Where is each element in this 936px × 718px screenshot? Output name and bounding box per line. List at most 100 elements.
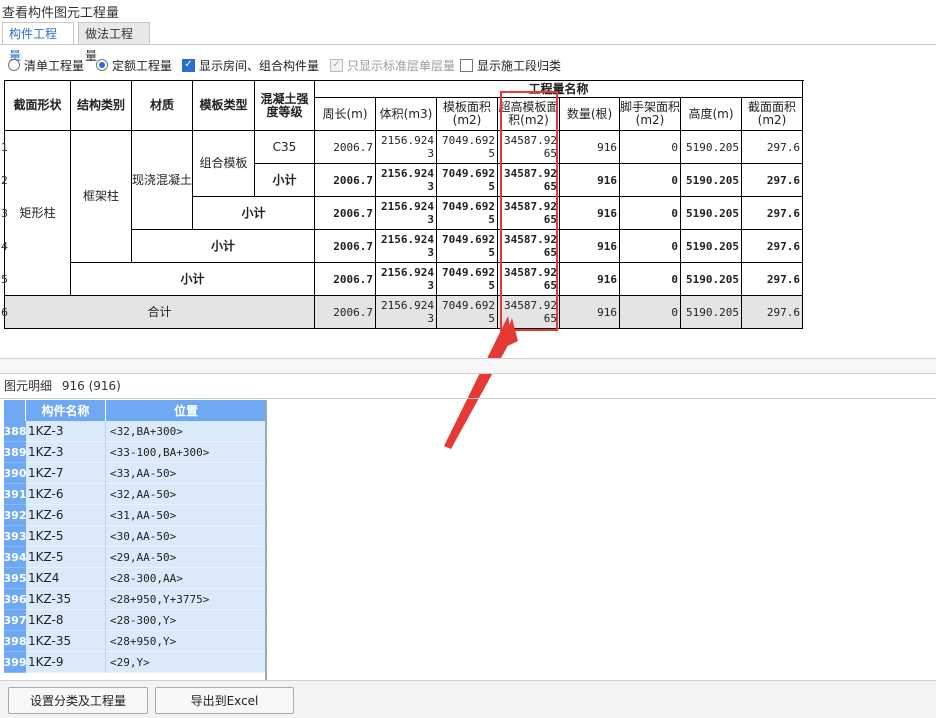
col-header-struct[interactable]: 结构类别 [71, 81, 132, 131]
detail-row[interactable]: 392 1KZ-6 <31,AA-50> [4, 505, 266, 526]
col-header-scaffold[interactable]: 脚手架面积(m2) [620, 98, 681, 131]
cell-scaffold: 0 [620, 164, 681, 197]
cell-form-area: 7049.6925 [437, 131, 498, 164]
row-number: 6 [1, 306, 8, 319]
detail-row[interactable]: 390 1KZ-7 <33,AA-50> [4, 463, 266, 484]
checkbox-show-room[interactable]: ✓ 显示房间、组合构件量 [182, 56, 319, 74]
col-header-over-form[interactable]: 超高模板面积(m2) [498, 98, 560, 131]
detail-row[interactable]: 395 1KZ4 <28-300,AA> [4, 568, 266, 589]
detail-row[interactable]: 388 1KZ-3 <32,BA+300> [4, 421, 266, 442]
cell-subtotal-material: 小计 [132, 230, 315, 263]
cell-subtotal-struct: 小计 [71, 263, 315, 296]
cell-volume: 2156.9243 [376, 197, 437, 230]
cell-perimeter: 2006.7 [315, 197, 376, 230]
export-excel-button[interactable]: 导出到Excel [155, 687, 294, 714]
detail-title: 图元明细 [4, 379, 53, 393]
cell-volume: 2156.9243 [376, 263, 437, 296]
row-number: 4 [1, 240, 8, 253]
detail-row[interactable]: 396 1KZ-35 <28+950,Y+3775> [4, 589, 266, 610]
detail-row[interactable]: 397 1KZ-8 <28-300,Y> [4, 610, 266, 631]
col-header-shape[interactable]: 截面形状 [5, 81, 71, 131]
detail-row[interactable]: 393 1KZ-5 <30,AA-50> [4, 526, 266, 547]
row-number: 1 [1, 141, 8, 154]
cell-subtotal-formwork: 小计 [193, 197, 315, 230]
cell-section: 297.6 [742, 197, 803, 230]
detail-position: <32,BA+300> [106, 421, 266, 442]
checkbox-disabled-checked-icon: ✓ [330, 58, 343, 72]
cell-over-form: 34587.9265 [498, 263, 560, 296]
detail-row[interactable]: 398 1KZ-35 <28+950,Y> [4, 631, 266, 652]
detail-row-number: 390 [4, 463, 26, 484]
col-header-grade[interactable]: 混凝土强度等级 [255, 81, 315, 131]
detail-label: 图元明细 916 (916) [4, 377, 121, 394]
detail-position: <28-300,Y> [106, 610, 266, 631]
col-header-count[interactable]: 数量(根) [560, 98, 620, 131]
cell-over-form: 34587.9265 [498, 197, 560, 230]
cell-over-form: 34587.9265 [498, 230, 560, 263]
detail-row-number: 394 [4, 547, 26, 568]
tab-method-quantity[interactable]: 做法工程量 [78, 22, 150, 63]
detail-component-name: 1KZ-8 [26, 610, 106, 631]
detail-header-name[interactable]: 构件名称 [26, 400, 106, 421]
cell-section: 297.6 [742, 263, 803, 296]
checkbox-checked-icon: ✓ [182, 58, 195, 72]
detail-corner [4, 400, 26, 421]
cell-volume: 2156.9243 [376, 131, 437, 164]
detail-position: <29,Y> [106, 652, 266, 673]
radio-quota-quantity[interactable]: 定额工程量 [96, 56, 172, 74]
radio-quota-quantity-label: 定额工程量 [112, 58, 173, 73]
detail-component-name: 1KZ-5 [26, 547, 106, 568]
col-header-volume[interactable]: 体积(m3) [376, 98, 437, 131]
detail-header-position[interactable]: 位置 [106, 400, 266, 421]
cell-count: 916 [560, 164, 620, 197]
detail-row[interactable]: 394 1KZ-5 <29,AA-50> [4, 547, 266, 568]
set-category-button[interactable]: 设置分类及工程量 [8, 687, 148, 714]
checkbox-construction-segment-label: 显示施工段归类 [477, 58, 562, 73]
cell-form-area: 7049.6925 [437, 263, 498, 296]
cell-count: 916 [560, 296, 620, 329]
cell-grade: C35 [255, 131, 315, 164]
cell-count: 916 [560, 197, 620, 230]
tab-component-quantity[interactable]: 构件工程量 [2, 22, 74, 63]
col-header-perimeter[interactable]: 周长(m) [315, 98, 376, 131]
cell-height: 5190.205 [681, 263, 742, 296]
detail-row[interactable]: 389 1KZ-3 <33-100,BA+300> [4, 442, 266, 463]
detail-component-name: 1KZ-3 [26, 421, 106, 442]
radio-bill-quantity[interactable]: 清单工程量 [8, 56, 84, 74]
panel-splitter[interactable] [0, 358, 936, 374]
detail-component-name: 1KZ-7 [26, 463, 106, 484]
cell-subtotal-grade: 小计 [255, 164, 315, 197]
detail-component-name: 1KZ-35 [26, 631, 106, 652]
detail-component-name: 1KZ-3 [26, 442, 106, 463]
cell-height: 5190.205 [681, 131, 742, 164]
detail-row-number: 397 [4, 610, 26, 631]
detail-component-name: 1KZ-6 [26, 505, 106, 526]
cell-section: 297.6 [742, 131, 803, 164]
cell-scaffold: 0 [620, 263, 681, 296]
col-header-height[interactable]: 高度(m) [681, 98, 742, 131]
row-number: 3 [1, 207, 8, 220]
detail-position: <33,AA-50> [106, 463, 266, 484]
col-header-formwork[interactable]: 模板类型 [193, 81, 255, 131]
detail-count: 916 (916) [61, 379, 121, 393]
cell-formwork: 组合模板 [193, 131, 255, 197]
checkbox-construction-segment[interactable]: 显示施工段归类 [460, 56, 561, 74]
cell-over-form: 34587.9265 [498, 131, 560, 164]
detail-row[interactable]: 399 1KZ-9 <29,Y> [4, 652, 266, 673]
col-header-material[interactable]: 材质 [132, 81, 193, 131]
detail-row[interactable]: 391 1KZ-6 <32,AA-50> [4, 484, 266, 505]
cell-count: 916 [560, 230, 620, 263]
detail-position: <28+950,Y> [106, 631, 266, 652]
col-header-form-area[interactable]: 模板面积(m2) [437, 98, 498, 131]
cell-scaffold: 0 [620, 230, 681, 263]
window-title: 查看构件图元工程量 [2, 6, 120, 21]
cell-shape: 矩形柱 [5, 131, 71, 296]
cell-form-area: 7049.6925 [437, 164, 498, 197]
cell-volume: 2156.9243 [376, 230, 437, 263]
cell-perimeter: 2006.7 [315, 296, 376, 329]
detail-component-name: 1KZ-5 [26, 526, 106, 547]
detail-row-number: 396 [4, 589, 26, 610]
cell-scaffold: 0 [620, 131, 681, 164]
detail-position: <32,AA-50> [106, 484, 266, 505]
col-header-section[interactable]: 截面面积(m2) [742, 98, 803, 131]
